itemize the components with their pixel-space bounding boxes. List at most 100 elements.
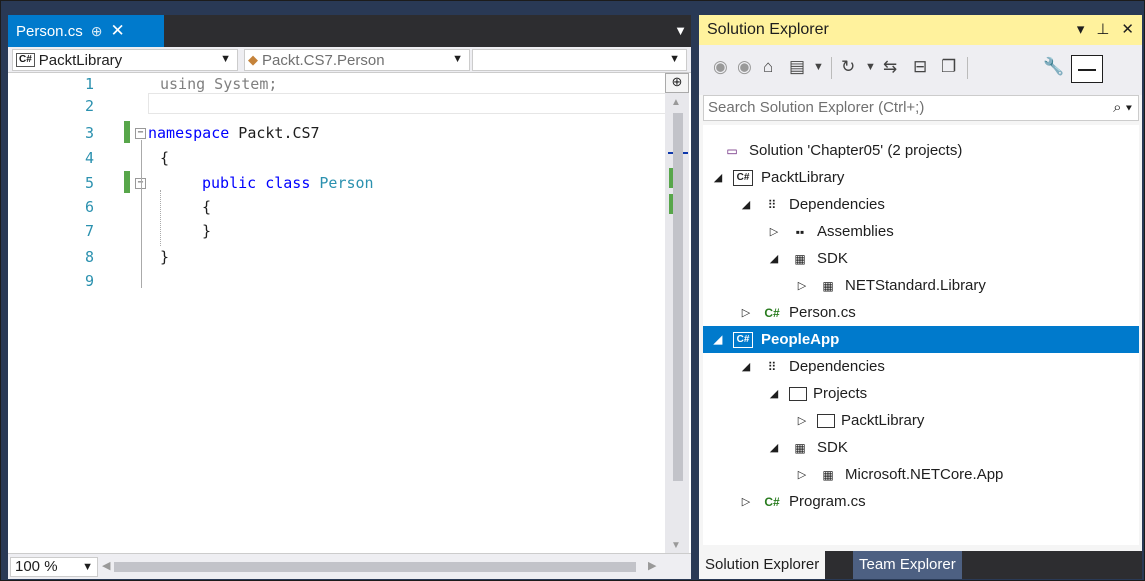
expanded-arrow-icon[interactable]: ◢ [767,387,781,400]
properties-wrench-icon[interactable]: 🔧 [1043,57,1064,77]
code-line-4: { [160,149,169,167]
code-text: { [202,198,212,216]
expanded-arrow-icon[interactable]: ◢ [711,171,725,184]
csharp-file-icon: C# [764,494,780,509]
expanded-arrow-icon[interactable]: ◢ [711,333,725,346]
sync-with-document-icon[interactable]: ⇆ [883,57,897,77]
editor-status-bar: 100 % ▼ ◀ ▶ [8,553,691,579]
pin-icon[interactable]: ⊕ [91,23,103,40]
code-text: System; [205,75,278,93]
line-number: 4 [84,149,94,167]
preview-selected-items-button[interactable] [1071,55,1103,83]
forward-icon[interactable]: ◉ [737,57,752,77]
tree-item-dependencies[interactable]: ◢ ⠿ Dependencies [703,353,1139,380]
member-dropdown[interactable]: ▼ [472,49,687,71]
home-icon[interactable]: ⌂ [763,57,773,77]
tree-item-assemblies[interactable]: ▷ ▪▪ Assemblies [703,218,1139,245]
scrollbar-thumb[interactable] [673,113,683,481]
tree-item-microsoft-netcore-app[interactable]: ▷ ▦ Microsoft.NETCore.App [703,461,1139,488]
scroll-up-icon[interactable]: ▲ [671,97,681,108]
line-number: 6 [84,198,94,216]
chevron-down-icon[interactable]: ▼ [865,61,876,73]
type-name: Person [319,174,374,192]
code-line-5: public class Person [202,174,374,192]
tree-item-sdk[interactable]: ◢ ▦ SDK [703,245,1139,272]
code-text: } [160,248,170,266]
tree-item-label: NETStandard.Library [845,277,986,294]
collapsed-arrow-icon[interactable]: ▷ [795,414,809,427]
collapsed-arrow-icon[interactable]: ▷ [767,225,781,238]
code-text-area[interactable]: 1 2 3 4 5 6 7 8 9 − − using System; name… [8,73,691,553]
tree-item-label: PacktLibrary [761,169,845,186]
expanded-arrow-icon[interactable]: ◢ [767,252,781,265]
solution-explorer-toolbar: ◉ ◉ ⌂ ▤ ▼ ↻ ▼ ⇆ ⊟ ❐ 🔧 [699,45,1142,95]
tabs-dropdown-icon[interactable]: ▼ [674,23,687,38]
expanded-arrow-icon[interactable]: ◢ [739,198,753,211]
tree-item-sdk[interactable]: ◢ ▦ SDK [703,434,1139,461]
tree-item-projects[interactable]: ◢ Projects [703,380,1139,407]
collapse-all-icon[interactable]: ⊟ [913,57,927,77]
code-editor-pane: Person.cs ⊕ ✕ ▼ C# PacktLibrary ▼ ◆ Pack… [8,15,691,579]
search-icon[interactable]: ⌕ ▾ [1113,96,1132,120]
keyword: using [160,75,206,93]
line-number: 7 [84,222,94,240]
split-editor-button[interactable]: ⊕ [665,73,689,93]
sdk-icon: ▦ [794,251,806,266]
back-icon[interactable]: ◉ [713,57,728,77]
expanded-arrow-icon[interactable]: ◢ [739,360,753,373]
tree-item-netstandard-library[interactable]: ▷ ▦ NETStandard.Library [703,272,1139,299]
tree-item-person-cs[interactable]: ▷ C# Person.cs [703,299,1139,326]
expanded-arrow-icon[interactable]: ◢ [767,441,781,454]
horizontal-scrollbar-thumb[interactable] [114,562,636,572]
collapsed-arrow-icon[interactable]: ▷ [795,279,809,292]
collapsed-arrow-icon[interactable]: ▷ [739,495,753,508]
code-text: { [160,149,170,167]
tab-label: Person.cs [16,22,83,40]
tab-team-explorer[interactable]: Team Explorer [853,551,962,579]
pin-icon[interactable]: ⊥ [1096,20,1109,38]
tree-item-program-cs[interactable]: ▷ C# Program.cs [703,488,1139,515]
tree-item-label: Solution 'Chapter05' (2 projects) [749,142,963,159]
close-icon[interactable]: ✕ [1121,20,1134,38]
tree-item-label: PeopleApp [761,331,840,348]
solution-explorer-pane: Solution Explorer ▾ ⊥ ✕ ◉ ◉ ⌂ ▤ ▼ ↻ ▼ ⇆ … [699,15,1142,579]
navigation-bar: C# PacktLibrary ▼ ◆ Packt.CS7.Person ▼ ▼ [8,47,691,73]
tree-item-label: Dependencies [789,196,885,213]
scroll-left-icon[interactable]: ◀ [102,559,110,572]
tab-solution-explorer[interactable]: Solution Explorer [699,551,826,579]
tree-item-dependencies[interactable]: ◢ ⠿ Dependencies [703,191,1139,218]
panel-title: Solution Explorer [707,21,829,38]
collapsed-arrow-icon[interactable]: ▷ [795,468,809,481]
scroll-down-icon[interactable]: ▼ [671,540,681,551]
chevron-down-icon: ▼ [82,561,93,573]
csharp-file-icon: C# [764,305,780,320]
chevron-down-icon[interactable]: ▼ [813,61,824,73]
solution-search-input[interactable]: Search Solution Explorer (Ctrl+;) ⌕ ▾ [703,95,1139,121]
sdk-package-icon: ▦ [822,467,834,482]
pending-changes-filter-icon[interactable]: ↻ [841,57,855,77]
scroll-right-icon[interactable]: ▶ [648,559,656,572]
projects-icon [789,386,807,401]
csharp-project-icon: C# [733,169,753,186]
collapsed-arrow-icon[interactable]: ▷ [739,306,753,319]
switch-views-icon[interactable]: ▤ [789,57,805,77]
tree-item-project-peopleapp[interactable]: ◢ C# PeopleApp [703,326,1139,353]
tree-item-packtlibrary-reference[interactable]: ▷ PacktLibrary [703,407,1139,434]
tab-person-cs[interactable]: Person.cs ⊕ ✕ [8,15,164,47]
tree-item-label: Projects [813,385,868,402]
close-icon[interactable]: ✕ [110,21,124,41]
tree-item-solution[interactable]: ▭ Solution 'Chapter05' (2 projects) [703,137,1139,164]
project-dropdown[interactable]: C# PacktLibrary ▼ [12,49,238,71]
window-position-icon[interactable]: ▾ [1077,20,1085,38]
type-dropdown[interactable]: ◆ Packt.CS7.Person ▼ [244,49,470,71]
tree-item-label: Microsoft.NETCore.App [845,466,1004,483]
change-marker [124,121,130,143]
change-marker [124,171,130,193]
tree-item-label: PacktLibrary [841,412,925,429]
collapse-icon[interactable]: − [135,128,146,139]
tree-item-project-packtlibrary[interactable]: ◢ C# PacktLibrary [703,164,1139,191]
vertical-scrollbar[interactable]: ⊕ ▲ ▼ [665,73,689,553]
show-all-files-icon[interactable]: ❐ [941,57,956,77]
zoom-dropdown[interactable]: 100 % ▼ [10,557,98,577]
type-dropdown-label: Packt.CS7.Person [262,51,385,69]
